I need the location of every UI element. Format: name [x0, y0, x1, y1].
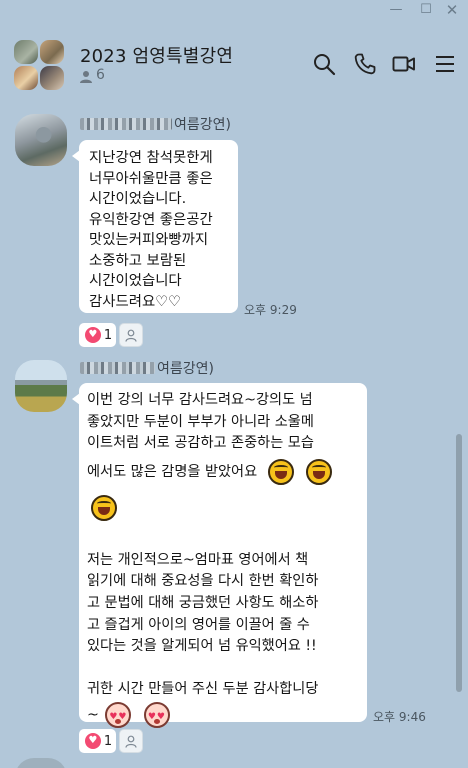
message-line: 맛있는커피와빵까지: [89, 232, 209, 248]
heart-reaction[interactable]: ♥ 1: [79, 729, 116, 753]
sender-name: 여름강연): [80, 114, 231, 134]
group-avatar-tile: [14, 40, 38, 64]
message-line: 읽기에 대해 중요성을 다시 한번 확인하: [87, 573, 319, 590]
call-button[interactable]: [353, 52, 377, 76]
video-icon: [392, 56, 415, 72]
member-count: 6: [96, 67, 105, 83]
message-line: 너무아쉬울만큼 좋은: [89, 170, 213, 187]
heart-eyes-emoticon-icon: [143, 702, 170, 729]
message-bubble[interactable]: 이번 강의 너무 감사드려요~강의도 넘 좋았지만 두분이 부부가 아니라 소울…: [72, 383, 367, 729]
maximize-button[interactable]: ☐: [417, 2, 435, 18]
reaction-bar: ♥ 1: [79, 323, 143, 347]
heart-reaction[interactable]: ♥ 1: [79, 323, 116, 347]
sender-name-suffix: 여름강연): [174, 117, 231, 133]
reaction-bar: ♥ 1: [79, 729, 143, 753]
message-line: 시간이었습니다.: [89, 191, 187, 207]
window-titlebar: — ☐ ✕: [0, 0, 468, 22]
laughing-emoticon-icon: [267, 458, 294, 485]
reaction-count: 1: [103, 733, 113, 749]
laughing-emoticon-icon: [91, 494, 117, 521]
reaction-count: 1: [103, 327, 113, 343]
message-line: 이번 강의 너무 감사드려요~강의도 넘: [87, 392, 313, 408]
sender-avatar[interactable]: [15, 360, 67, 412]
laughing-emoticon-icon: [306, 458, 333, 485]
redacted-name: [80, 362, 155, 374]
menu-icon: [436, 56, 454, 72]
person-icon: [125, 735, 137, 748]
message-line: 소중하고 보람된: [89, 252, 187, 269]
menu-button[interactable]: [433, 52, 457, 76]
search-button[interactable]: [312, 52, 336, 76]
chat-title[interactable]: 2023 엄영특별강연: [80, 42, 233, 68]
add-reaction-button[interactable]: [119, 729, 143, 753]
close-button[interactable]: ✕: [443, 2, 461, 18]
message-line: 에서도 많은 감명을 받았어요: [87, 458, 359, 493]
emoticon-line: [87, 494, 359, 529]
message-text: ~: [87, 707, 99, 724]
heart-icon: ♥: [84, 327, 101, 343]
message-timestamp: 오후 9:29: [244, 303, 297, 317]
sender-name: 여름강연): [80, 358, 214, 378]
video-call-button[interactable]: [392, 52, 416, 76]
minimize-button[interactable]: —: [387, 2, 405, 18]
chat-header: 2023 엄영특별강연 6: [0, 30, 468, 96]
message-line: 저는 개인적으로~엄마표 영어에서 책: [87, 551, 309, 568]
group-avatar[interactable]: [14, 40, 66, 92]
message-line: 귀한 시간 만들어 주신 두분 감사합니당: [87, 680, 319, 697]
message-line: 좋았지만 두분이 부부가 아니라 소울메: [87, 413, 314, 430]
message-line: 고 즐겁게 아이의 영어를 이끌어 줄 수: [87, 616, 310, 633]
sender-avatar[interactable]: [15, 114, 67, 166]
group-avatar-tile: [40, 40, 64, 64]
chat-scrollbar[interactable]: [456, 434, 462, 692]
message-line: 유익한강연 좋은공간: [89, 211, 213, 228]
sender-avatar[interactable]: [15, 758, 67, 768]
group-avatar-tile: [14, 66, 38, 90]
heart-eyes-emoticon-icon: [105, 702, 132, 729]
sender-name-suffix: 여름강연): [157, 361, 214, 377]
message-line: 이트처럼 서로 공감하고 존중하는 모습: [87, 435, 314, 452]
message-line: 시간이었습니다: [89, 273, 182, 289]
message-text: 에서도 많은 감명을 받았어요: [87, 463, 258, 480]
message-line: 감사드려요♡♡: [89, 293, 181, 310]
phone-icon: [354, 53, 376, 75]
redacted-name: [80, 118, 172, 130]
message-line: 지난강연 참석못한게: [89, 150, 213, 166]
members-icon: [80, 71, 92, 83]
heart-icon: ♥: [84, 733, 101, 749]
message-bubble[interactable]: 지난강연 참석못한게 너무아쉬울만큼 좋은 시간이었습니다. 유익한강연 좋은공…: [72, 140, 238, 313]
add-reaction-button[interactable]: [119, 323, 143, 347]
group-avatar-tile: [40, 66, 64, 90]
message-line: 고 문법에 대해 궁금했던 사항도 해소하: [87, 594, 319, 611]
message-line: 있다는 것을 알게되어 넘 유익했어요 !!: [87, 638, 317, 655]
person-icon: [125, 329, 137, 342]
message-timestamp: 오후 9:46: [373, 710, 426, 724]
search-icon: [314, 54, 336, 76]
